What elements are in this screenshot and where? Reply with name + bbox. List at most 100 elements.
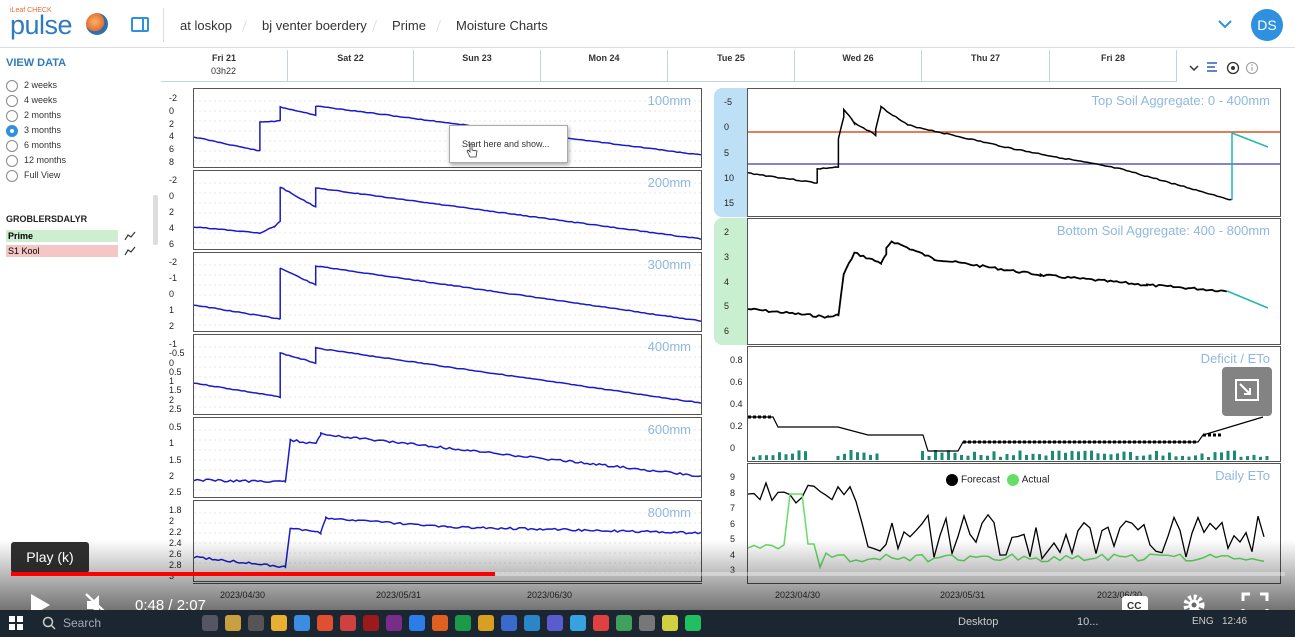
taskbar-app-icon[interactable] — [386, 615, 402, 631]
y-tick-label: -2 — [169, 257, 178, 267]
day-header[interactable]: Sat 22 — [288, 50, 414, 82]
taskbar-app-icon[interactable] — [202, 615, 218, 631]
taskbar-app-icon[interactable] — [271, 615, 287, 631]
taskbar-app-icon[interactable] — [225, 615, 241, 631]
trend-chart-icon[interactable] — [124, 246, 136, 256]
day-label: Fri 21 — [211, 53, 236, 63]
windows-start-icon[interactable] — [8, 615, 24, 631]
taskbar-app-icon[interactable] — [616, 615, 632, 631]
y-tick-label: 0.4 — [730, 399, 743, 409]
breadcrumb-farm[interactable]: at loskop — [180, 18, 232, 33]
day-header[interactable]: Fri 21 03h22 — [161, 50, 288, 82]
range-option[interactable]: 2 months — [6, 109, 146, 123]
taskbar-app-icon[interactable] — [455, 615, 471, 631]
forecast-check-icon[interactable] — [946, 474, 958, 486]
radio-button[interactable] — [6, 95, 18, 107]
trend-chart-icon[interactable] — [124, 231, 136, 241]
range-option[interactable]: 2 weeks — [6, 79, 146, 93]
radio-button[interactable] — [6, 125, 18, 137]
radio-button[interactable] — [6, 140, 18, 152]
taskbar-app-icon[interactable] — [662, 615, 678, 631]
taskbar-app-icon[interactable] — [294, 615, 310, 631]
range-option[interactable]: 6 months — [6, 139, 146, 153]
chart-title: Deficit / ETo — [1200, 351, 1270, 366]
info-icon[interactable] — [1245, 61, 1259, 75]
divider — [163, 8, 164, 42]
chart-bottom[interactable]: Bottom Soil Aggregate: 400 - 800mm — [747, 218, 1281, 345]
y-tick-label: 4 — [169, 131, 175, 142]
sidebar-toggle-icon[interactable] — [131, 17, 149, 32]
taskbar-app-icon[interactable] — [524, 615, 540, 631]
moisture-chart-100mm[interactable]: 100mm — [193, 88, 702, 168]
radio-button[interactable] — [6, 155, 18, 167]
taskbar-app-icon[interactable] — [639, 615, 655, 631]
y-tick-label: 10 — [724, 172, 735, 183]
taskbar-app-icon[interactable] — [593, 615, 609, 631]
chart-deficit[interactable]: Deficit / ETo — [747, 346, 1281, 462]
range-option[interactable]: 12 months — [6, 154, 146, 168]
range-option[interactable]: 3 months — [6, 124, 146, 138]
y-tick-label: 1.5 — [169, 454, 182, 465]
chart-top[interactable]: Top Soil Aggregate: 0 - 400mm — [747, 88, 1281, 217]
weather-label[interactable]: 10... — [1077, 616, 1098, 628]
taskbar-app-icon[interactable] — [340, 615, 356, 631]
search-icon[interactable] — [42, 616, 56, 630]
moisture-line-series — [194, 429, 701, 491]
y-tick-label: 0.2 — [730, 421, 743, 431]
language-indicator[interactable]: ENG — [1192, 616, 1214, 627]
y-tick-label: 4 — [724, 276, 730, 287]
progress-played[interactable] — [11, 572, 496, 576]
range-option[interactable]: Full View — [6, 169, 146, 183]
range-option[interactable]: 4 weeks — [6, 94, 146, 108]
taskbar-app-icon[interactable] — [248, 615, 264, 631]
site-item[interactable]: Prime — [6, 230, 118, 242]
desktop-label[interactable]: Desktop — [958, 616, 998, 628]
radio-button[interactable] — [6, 170, 18, 182]
moisture-chart-400mm[interactable]: 400mm — [193, 334, 702, 415]
taskbar-app-icon[interactable] — [432, 615, 448, 631]
moisture-line-series — [194, 100, 701, 162]
day-header[interactable]: Mon 24 — [541, 50, 668, 82]
list-filter-icon[interactable] — [1206, 61, 1220, 73]
taskbar-app-icon[interactable] — [547, 615, 563, 631]
app-logo[interactable]: pulse — [10, 10, 73, 41]
taskbar-app-icon[interactable] — [685, 615, 701, 631]
y-tick-label: 1.8 — [169, 505, 182, 515]
depth-label: 800mm — [647, 505, 691, 520]
range-option-label: 2 weeks — [24, 80, 58, 90]
taskbar-app-icon[interactable] — [570, 615, 586, 631]
day-header[interactable]: Fri 28 — [1050, 50, 1177, 82]
breadcrumb-client[interactable]: bj venter boerdery — [262, 18, 367, 33]
day-header[interactable]: Sun 23 — [414, 50, 541, 82]
moisture-chart-200mm[interactable]: 200mm — [193, 170, 702, 250]
radio-button[interactable] — [6, 80, 18, 92]
user-avatar[interactable]: DS — [1251, 9, 1283, 41]
day-label: Wed 26 — [842, 53, 874, 63]
pip-button[interactable] — [1222, 367, 1272, 416]
taskbar-app-icon[interactable] — [478, 615, 494, 631]
day-header[interactable]: Tue 25 — [668, 50, 795, 82]
day-header[interactable]: Wed 26 — [795, 50, 922, 82]
y-tick-label: -5 — [724, 97, 733, 107]
chevron-down-icon[interactable] — [1189, 64, 1199, 72]
y-tick-label: 1 — [169, 305, 175, 315]
taskbar-search[interactable]: Search — [63, 616, 101, 630]
moisture-chart-300mm[interactable]: 300mm — [193, 252, 702, 332]
y-tick-label: 9 — [730, 472, 736, 482]
radio-button[interactable] — [6, 110, 18, 122]
site-item[interactable]: S1 Kool — [6, 245, 118, 257]
moisture-chart-600mm[interactable]: 600mm — [193, 417, 702, 498]
chevron-down-icon[interactable] — [1218, 19, 1232, 29]
breadcrumb-page[interactable]: Moisture Charts — [456, 18, 548, 33]
breadcrumb-site[interactable]: Prime — [392, 18, 426, 33]
actual-check-icon[interactable] — [1006, 474, 1019, 486]
y-tick-label: 4 — [169, 223, 175, 233]
target-icon[interactable] — [1226, 61, 1240, 75]
clock[interactable]: 12:46 — [1222, 616, 1247, 627]
day-header[interactable]: Thu 27 — [922, 50, 1050, 82]
taskbar-app-icon[interactable] — [317, 615, 333, 631]
sidebar-scrollbar[interactable] — [153, 195, 158, 245]
taskbar-app-icon[interactable] — [363, 615, 379, 631]
taskbar-app-icon[interactable] — [501, 615, 517, 631]
taskbar-app-icon[interactable] — [409, 615, 425, 631]
